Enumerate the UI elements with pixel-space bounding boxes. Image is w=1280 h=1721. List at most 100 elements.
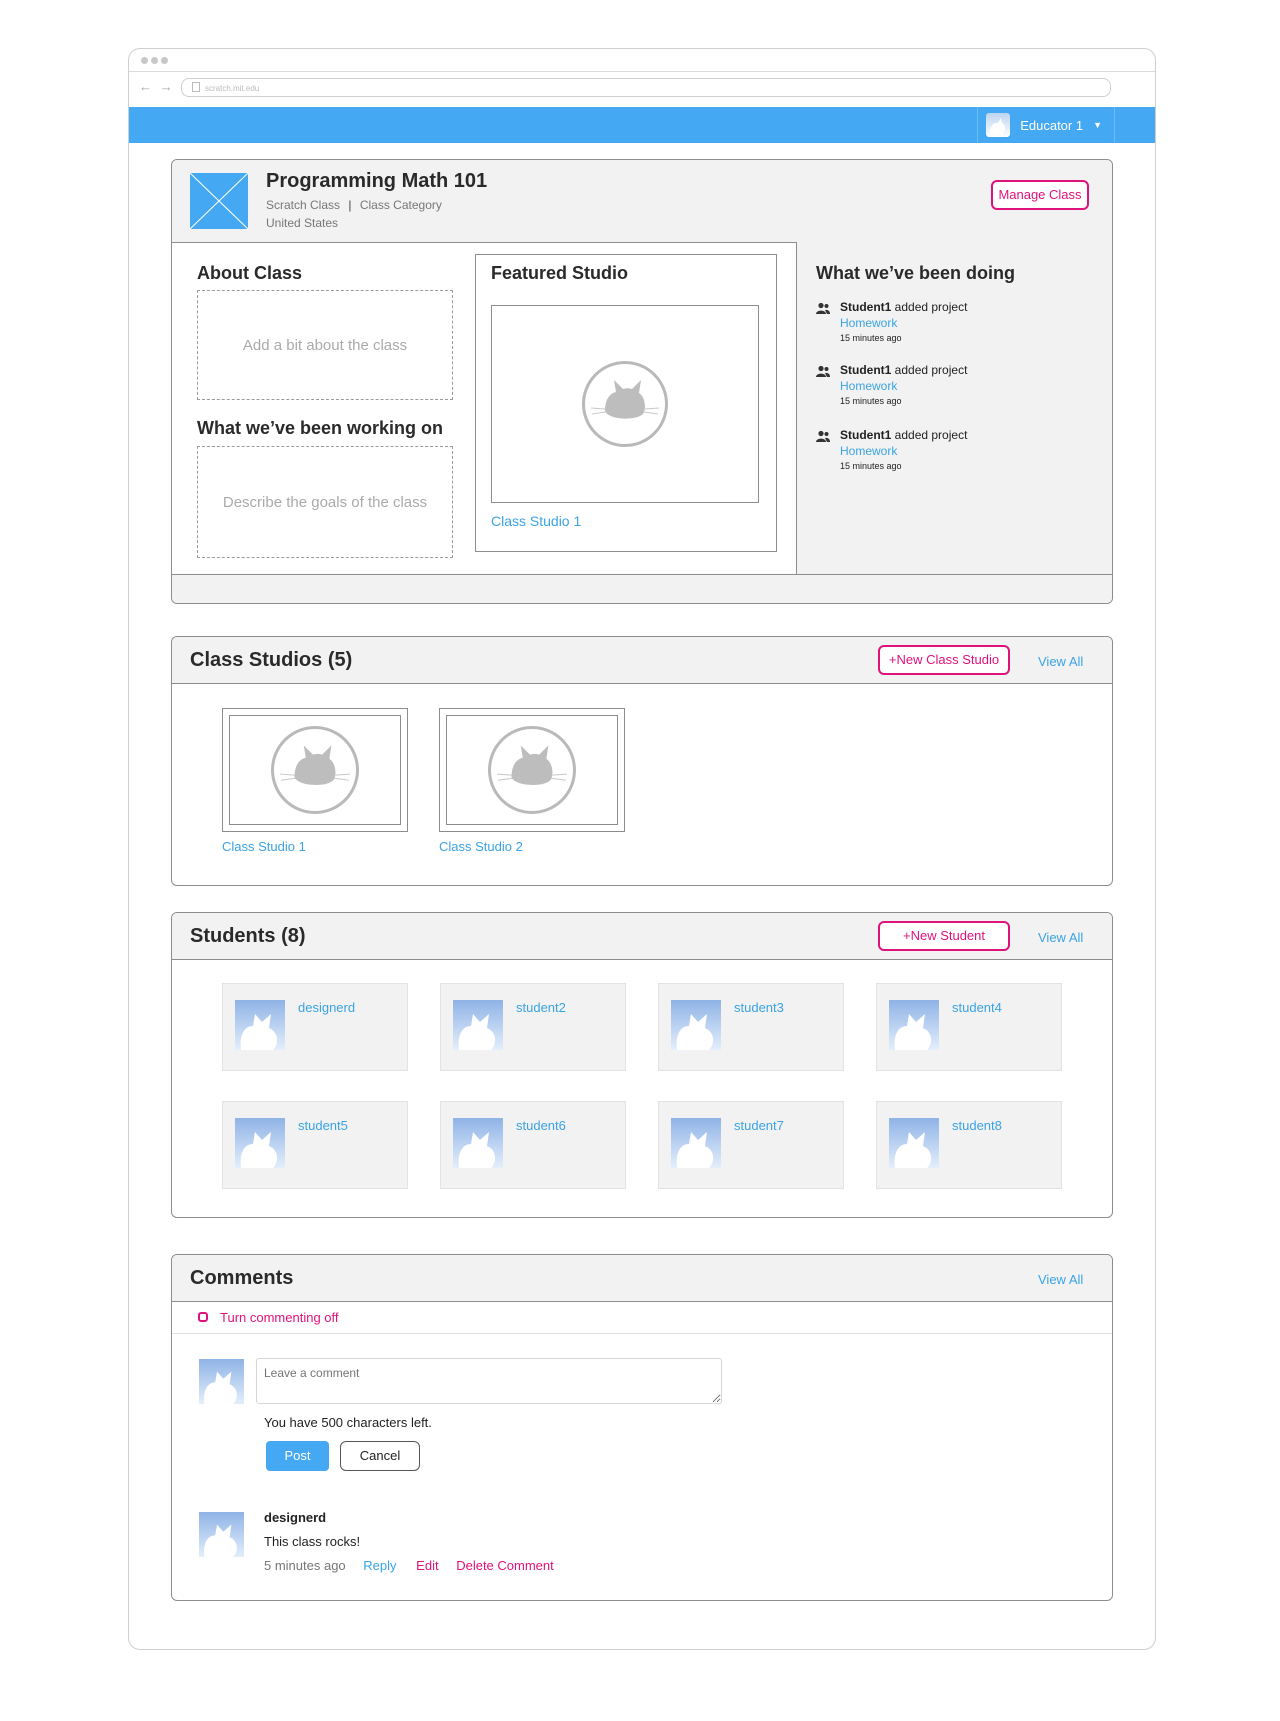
comment-actions: 5 minutes ago Reply Edit Delete Comment xyxy=(264,1558,554,1573)
cat-icon xyxy=(488,726,576,814)
cat-icon xyxy=(271,726,359,814)
comment-toggle-bar: Turn commenting off xyxy=(172,1301,1112,1334)
about-placeholder[interactable]: Add a bit about the class xyxy=(197,290,453,400)
class-image-placeholder[interactable] xyxy=(189,172,249,230)
comment-input[interactable] xyxy=(256,1358,722,1404)
student-avatar xyxy=(889,1000,939,1050)
activity-item: Student1 added project Homework 15 minut… xyxy=(816,363,1096,428)
student-avatar xyxy=(235,1000,285,1050)
studio-thumbnail xyxy=(229,715,401,825)
cat-icon xyxy=(582,361,668,447)
window-dot[interactable] xyxy=(151,57,158,64)
comment-author[interactable]: designerd xyxy=(264,1510,326,1525)
manage-class-button[interactable]: Manage Class xyxy=(991,180,1089,210)
reply-link[interactable]: Reply xyxy=(363,1558,396,1573)
comment-author-avatar xyxy=(199,1512,244,1557)
featured-studio-link[interactable]: Class Studio 1 xyxy=(491,513,581,529)
comments-view-all-link[interactable]: View All xyxy=(1038,1272,1083,1287)
student-name-link[interactable]: student3 xyxy=(734,1000,784,1015)
commenting-checkbox[interactable] xyxy=(198,1312,208,1322)
activity-text: Student1 added project xyxy=(840,363,967,377)
user-menu[interactable]: Educator 1 ▼ xyxy=(977,107,1115,143)
activity-project-link[interactable]: Homework xyxy=(840,379,897,393)
activity-item: Student1 added project Homework 15 minut… xyxy=(816,300,1096,363)
activity-user[interactable]: Student1 xyxy=(840,363,891,377)
featured-studio-thumbnail[interactable] xyxy=(491,305,759,503)
activity-text: Student1 added project xyxy=(840,300,967,314)
class-info-footer xyxy=(172,574,1112,603)
student-name-link[interactable]: student5 xyxy=(298,1118,348,1133)
class-country: United States xyxy=(266,216,339,230)
comment-text: This class rocks! xyxy=(264,1534,361,1549)
about-heading: About Class xyxy=(197,263,303,283)
address-bar[interactable]: scratch.mit.edu xyxy=(181,78,1111,97)
class-title: Programming Math 101 xyxy=(266,170,488,192)
class-studios-panel: Class Studios (5) +New Class Studio View… xyxy=(171,636,1113,886)
activity-user[interactable]: Student1 xyxy=(840,300,891,314)
students-view-all-link[interactable]: View All xyxy=(1038,930,1083,945)
class-info-panel: Programming Math 101 Scratch Class | Cla… xyxy=(171,159,1113,604)
student-name-link[interactable]: student4 xyxy=(952,1000,1002,1015)
activity-action: added project xyxy=(891,428,968,442)
student-card[interactable]: student7 xyxy=(658,1101,844,1189)
studio-card[interactable] xyxy=(439,708,625,832)
studio-link[interactable]: Class Studio 1 xyxy=(222,839,306,854)
featured-heading: Featured Studio xyxy=(491,263,629,283)
working-heading: What we’ve been working on xyxy=(197,418,444,438)
class-category: Class Category xyxy=(359,198,442,212)
student-avatar xyxy=(453,1000,503,1050)
users-icon xyxy=(816,302,830,314)
student-card[interactable]: student2 xyxy=(440,983,626,1071)
activity-text: Student1 added project xyxy=(840,428,967,442)
activity-action: added project xyxy=(891,363,968,377)
activity-time: 15 minutes ago xyxy=(840,333,902,343)
activity-project-link[interactable]: Homework xyxy=(840,316,897,330)
students-heading: Students (8) xyxy=(190,925,306,947)
commenting-toggle-label[interactable]: Turn commenting off xyxy=(220,1310,339,1325)
window-dot[interactable] xyxy=(141,57,148,64)
class-meta: Scratch Class | Class Category xyxy=(266,198,442,212)
window-dot[interactable] xyxy=(161,57,168,64)
student-avatar xyxy=(889,1118,939,1168)
cancel-button[interactable]: Cancel xyxy=(340,1441,420,1471)
student-avatar xyxy=(671,1000,721,1050)
studio-link[interactable]: Class Studio 2 xyxy=(439,839,523,854)
comments-heading: Comments xyxy=(190,1267,294,1289)
studio-card[interactable] xyxy=(222,708,408,832)
window-controls xyxy=(141,57,168,64)
student-name-link[interactable]: designerd xyxy=(298,1000,355,1015)
activity-time: 15 minutes ago xyxy=(840,461,902,471)
new-student-button[interactable]: +New Student xyxy=(878,921,1010,951)
student-avatar xyxy=(235,1118,285,1168)
student-card[interactable]: designerd xyxy=(222,983,408,1071)
activity-list: Student1 added project Homework 15 minut… xyxy=(816,300,1096,478)
edit-link[interactable]: Edit xyxy=(416,1558,438,1573)
student-name-link[interactable]: student6 xyxy=(516,1118,566,1133)
users-icon xyxy=(816,430,830,442)
studios-view-all-link[interactable]: View All xyxy=(1038,654,1083,669)
chevron-down-icon: ▼ xyxy=(1093,120,1102,130)
post-button[interactable]: Post xyxy=(266,1441,329,1471)
student-card[interactable]: student3 xyxy=(658,983,844,1071)
student-card[interactable]: student4 xyxy=(876,983,1062,1071)
goals-placeholder[interactable]: Describe the goals of the class xyxy=(197,446,453,558)
activity-user[interactable]: Student1 xyxy=(840,428,891,442)
commenter-avatar xyxy=(199,1359,244,1404)
activity-time: 15 minutes ago xyxy=(840,396,902,406)
students-panel: Students (8) +New Student View All desig… xyxy=(171,912,1113,1218)
featured-studio-card[interactable]: Featured Studio Class Studio 1 xyxy=(475,254,777,552)
class-type: Scratch Class xyxy=(266,198,341,212)
student-card[interactable]: student5 xyxy=(222,1101,408,1189)
student-card[interactable]: student6 xyxy=(440,1101,626,1189)
student-avatar xyxy=(453,1118,503,1168)
student-name-link[interactable]: student2 xyxy=(516,1000,566,1015)
new-studio-button[interactable]: +New Class Studio xyxy=(878,645,1010,675)
delete-comment-link[interactable]: Delete Comment xyxy=(456,1558,554,1573)
student-card[interactable]: student8 xyxy=(876,1101,1062,1189)
studios-heading: Class Studios (5) xyxy=(190,649,353,671)
student-name-link[interactable]: student7 xyxy=(734,1118,784,1133)
student-name-link[interactable]: student8 xyxy=(952,1118,1002,1133)
nav-arrows-icon[interactable]: ← → xyxy=(139,79,175,94)
activity-project-link[interactable]: Homework xyxy=(840,444,897,458)
meta-separator: | xyxy=(348,198,352,212)
